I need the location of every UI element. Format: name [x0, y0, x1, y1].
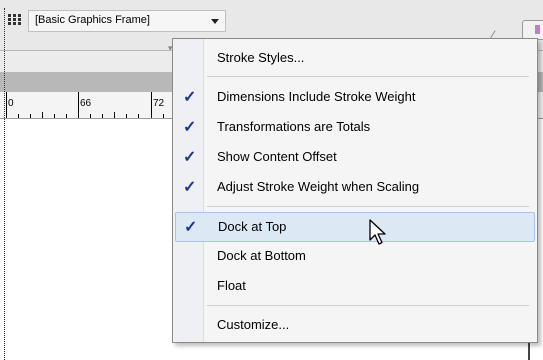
menu-item-show-content-offset[interactable]: ✓ Show Content Offset [175, 143, 533, 171]
menu-separator [207, 206, 529, 207]
menu-item-transformations-are-totals[interactable]: ✓ Transformations are Totals [175, 113, 533, 141]
menu-item-label: Transformations are Totals [217, 119, 371, 134]
chevron-down-icon [211, 19, 219, 24]
ruler-tick [6, 92, 7, 118]
checkmark-icon: ✓ [183, 179, 197, 196]
menu-item-dimensions-include-stroke-weight[interactable]: ✓ Dimensions Include Stroke Weight [175, 83, 533, 111]
menu-item-label: Dock at Bottom [217, 248, 306, 263]
ruler-tick [102, 114, 103, 118]
menu-item-dock-at-top[interactable]: ✓ Dock at Top [175, 212, 535, 242]
menu-separator [207, 76, 529, 77]
menu-item-float[interactable]: Float [175, 272, 533, 300]
menu-item-stroke-styles[interactable]: Stroke Styles... [175, 44, 533, 72]
menu-item-label: Show Content Offset [217, 149, 337, 164]
checkmark-icon: ✓ [184, 219, 198, 236]
menu-item-label: Dock at Top [218, 219, 287, 234]
ruler-tick [78, 92, 79, 118]
page-edge-guide [4, 8, 5, 360]
ruler-label: 0 [8, 98, 14, 109]
ruler-label: 66 [80, 98, 92, 109]
control-panel-menu: Stroke Styles... ✓ Dimensions Include St… [172, 38, 538, 343]
menu-item-adjust-stroke-weight-when-scaling[interactable]: ✓ Adjust Stroke Weight when Scaling [175, 173, 533, 201]
ruler-tick [42, 112, 43, 118]
checkmark-icon: ✓ [183, 149, 197, 166]
ruler-tick [18, 114, 19, 118]
mouse-pointer-icon [369, 219, 386, 245]
ruler-tick [163, 114, 164, 118]
ruler-tick [114, 112, 115, 118]
menu-item-customize[interactable]: Customize... [175, 311, 533, 339]
menu-item-dock-at-bottom[interactable]: Dock at Bottom [175, 242, 533, 270]
checkmark-icon: ✓ [183, 119, 197, 136]
reference-point-icon[interactable] [8, 14, 22, 26]
menu-item-label: Stroke Styles... [217, 50, 305, 65]
object-style-dropdown[interactable]: [Basic Graphics Frame] [28, 10, 226, 32]
menu-item-label: Float [217, 278, 246, 293]
ruler-tick [90, 114, 91, 118]
ruler-tick [54, 114, 55, 118]
ruler-tick [30, 114, 31, 118]
ruler-tick [126, 114, 127, 118]
ruler-label: 72 [153, 98, 165, 109]
fill-swatch-button[interactable] [522, 20, 543, 40]
object-style-value: [Basic Graphics Frame] [35, 14, 150, 26]
checkmark-icon: ✓ [183, 89, 197, 106]
menu-item-label: Dimensions Include Stroke Weight [217, 89, 416, 104]
menu-item-label: Customize... [217, 317, 290, 332]
ruler-tick [138, 114, 139, 118]
menu-item-label: Adjust Stroke Weight when Scaling [217, 179, 420, 194]
ruler-tick [66, 114, 67, 118]
ruler-tick [151, 92, 152, 118]
menu-separator [207, 305, 529, 306]
